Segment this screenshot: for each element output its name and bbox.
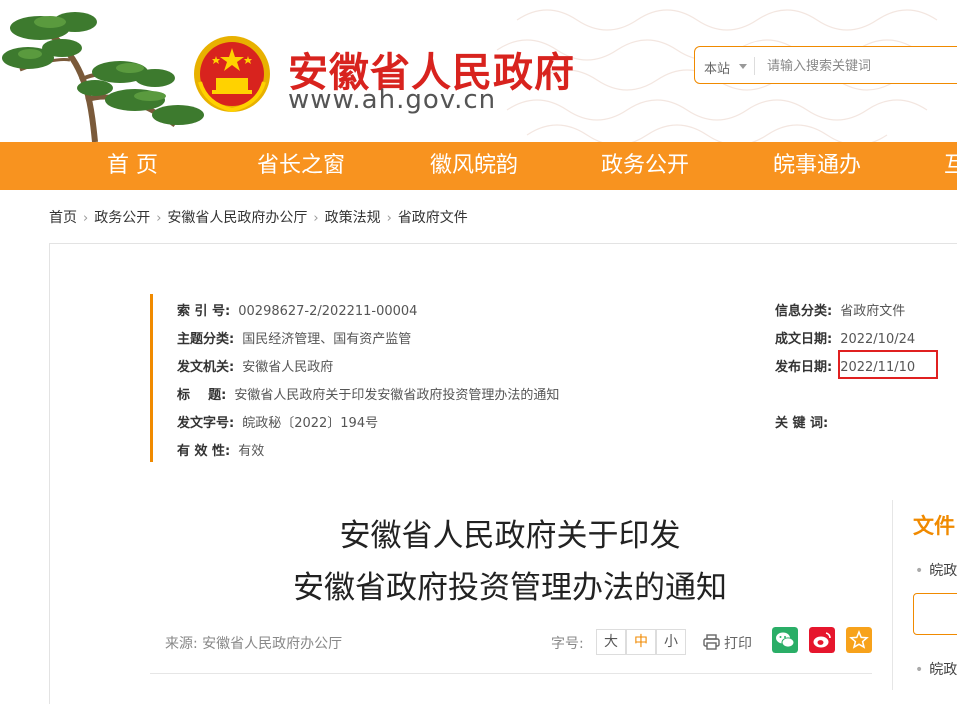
meta-value: 有效 bbox=[238, 444, 265, 459]
meta-issuer: 发文机关: 安徽省人民政府 bbox=[177, 356, 333, 375]
meta-value: 安徽省人民政府关于印发安徽省政府投资管理办法的通知 bbox=[234, 388, 560, 403]
meta-value: 国民经济管理、国有资产监管 bbox=[242, 332, 412, 347]
related-files-sidebar: 文件 皖政 皖政 bbox=[892, 500, 957, 690]
document-title-line: 安徽省人民政府关于印发 bbox=[339, 518, 681, 554]
meta-label: 成文日期: bbox=[775, 332, 833, 347]
nav-item-government-affairs[interactable]: 政务公开 bbox=[601, 142, 689, 190]
meta-doc-number: 发文字号: 皖政秘〔2022〕194号 bbox=[177, 412, 378, 431]
meta-title: 标 题: 安徽省人民政府关于印发安徽省政府投资管理办法的通知 bbox=[177, 384, 559, 403]
breadcrumb: 首页 › 政务公开 › 安徽省人民政府办公厅 › 政策法规 › 省政府文件 bbox=[49, 207, 468, 227]
font-size-medium-button[interactable]: 中 bbox=[626, 629, 656, 655]
meta-category: 主题分类: 国民经济管理、国有资产监管 bbox=[177, 328, 411, 347]
nav-item-services[interactable]: 皖事通办 bbox=[773, 142, 861, 190]
search-divider bbox=[754, 57, 755, 75]
nav-item-culture[interactable]: 徽风皖韵 bbox=[430, 142, 518, 190]
meta-label: 发文字号: bbox=[177, 416, 235, 431]
site-header: 安徽省人民政府 www.ah.gov.cn 本站 bbox=[0, 0, 957, 142]
chevron-right-icon: › bbox=[313, 211, 319, 226]
font-size-label: 字号: bbox=[551, 636, 584, 652]
breadcrumb-government-affairs[interactable]: 政务公开 bbox=[94, 210, 150, 226]
meta-label: 发布日期: bbox=[775, 360, 833, 375]
breadcrumb-policy[interactable]: 政策法规 bbox=[325, 210, 381, 226]
meta-validity: 有 效 性: 有效 bbox=[177, 440, 264, 459]
print-button[interactable]: 打印 bbox=[703, 633, 752, 653]
document-title-line: 安徽省政府投资管理办法的通知 bbox=[293, 570, 727, 606]
meta-label: 标 题: bbox=[177, 388, 227, 403]
main-nav: 首 页 省长之窗 徽风皖韵 政务公开 皖事通办 互 bbox=[0, 142, 957, 190]
search-input[interactable] bbox=[765, 53, 957, 79]
sidebar-item[interactable]: 皖政 bbox=[915, 560, 957, 580]
favorite-icon[interactable] bbox=[846, 627, 872, 653]
wechat-icon[interactable] bbox=[772, 627, 798, 653]
meta-value: 2022/10/24 bbox=[840, 332, 916, 347]
search-box[interactable]: 本站 bbox=[694, 46, 957, 84]
meta-label: 主题分类: bbox=[177, 332, 235, 347]
nav-item-home[interactable]: 首 页 bbox=[107, 142, 158, 190]
meta-value: 省政府文件 bbox=[840, 304, 906, 319]
print-label: 打印 bbox=[724, 636, 752, 652]
search-scope-select[interactable]: 本站 bbox=[704, 58, 730, 77]
font-size-small-button[interactable]: 小 bbox=[656, 629, 686, 655]
meta-label: 发文机关: bbox=[177, 360, 235, 375]
breadcrumb-documents[interactable]: 省政府文件 bbox=[398, 210, 468, 226]
chevron-down-icon[interactable] bbox=[739, 64, 747, 69]
breadcrumb-office[interactable]: 安徽省人民政府办公厅 bbox=[167, 210, 307, 226]
font-size-large-button[interactable]: 大 bbox=[596, 629, 626, 655]
meta-label: 索 引 号: bbox=[177, 304, 231, 319]
published-date-highlight bbox=[838, 350, 938, 379]
pine-tree-icon bbox=[2, 12, 204, 142]
site-url[interactable]: www.ah.gov.cn bbox=[288, 85, 496, 115]
meta-keywords: 关 键 词: bbox=[775, 412, 836, 431]
chevron-right-icon: › bbox=[83, 211, 89, 226]
print-icon bbox=[703, 634, 720, 650]
chevron-right-icon: › bbox=[156, 211, 162, 226]
nav-item-interaction[interactable]: 互 bbox=[944, 142, 957, 190]
sidebar-item[interactable]: 皖政 bbox=[915, 659, 957, 679]
document-source: 来源: 安徽省人民政府办公厅 bbox=[165, 636, 343, 652]
meta-value: 皖政秘〔2022〕194号 bbox=[242, 416, 379, 431]
chevron-right-icon: › bbox=[386, 211, 392, 226]
weibo-icon[interactable] bbox=[809, 627, 835, 653]
document-title: 安徽省人民政府关于印发 安徽省政府投资管理办法的通知 bbox=[200, 510, 820, 614]
meta-value: 安徽省人民政府 bbox=[242, 360, 334, 375]
meta-value: 00298627-2/202211-00004 bbox=[238, 304, 418, 319]
sidebar-title: 文件 bbox=[913, 514, 955, 538]
meta-created-date: 成文日期: 2022/10/24 bbox=[775, 328, 915, 347]
meta-label: 信息分类: bbox=[775, 304, 833, 319]
document-metadata: 索 引 号: 00298627-2/202211-00004 主题分类: 国民经济管… bbox=[150, 294, 943, 462]
document-toolbar: 来源: 安徽省人民政府办公厅 字号: 大 中 小 打印 bbox=[150, 625, 872, 674]
meta-label: 有 效 性: bbox=[177, 444, 231, 459]
meta-index: 索 引 号: 00298627-2/202211-00004 bbox=[177, 300, 417, 319]
meta-info-type: 信息分类: 省政府文件 bbox=[775, 300, 905, 319]
national-emblem-icon bbox=[194, 36, 270, 113]
sidebar-box[interactable] bbox=[913, 593, 957, 635]
breadcrumb-home[interactable]: 首页 bbox=[49, 210, 77, 226]
meta-label: 关 键 词: bbox=[775, 416, 829, 431]
nav-item-governor[interactable]: 省长之窗 bbox=[257, 142, 345, 190]
